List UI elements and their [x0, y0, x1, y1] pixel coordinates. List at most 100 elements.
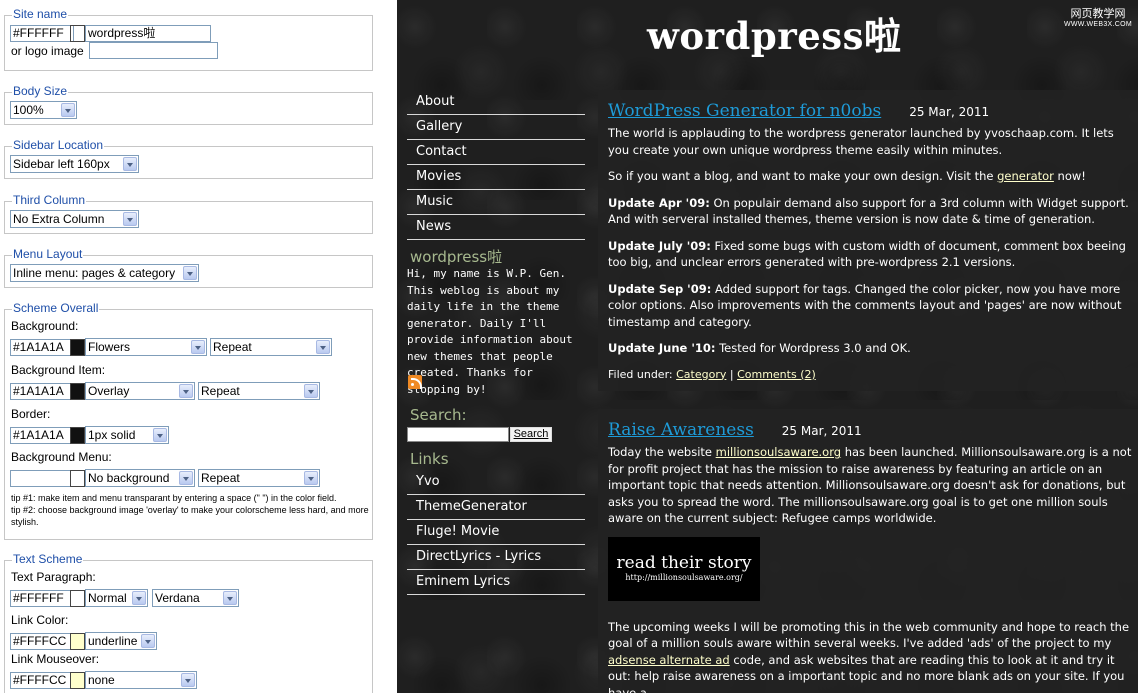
background-menu-color-input[interactable]	[10, 470, 76, 487]
border-color-swatch[interactable]	[70, 427, 85, 444]
link-decoration-select[interactable]: underline	[85, 632, 157, 650]
banner-url: http://millionsoulsaware.org/	[625, 572, 743, 582]
post-title[interactable]: Raise Awareness	[608, 417, 754, 443]
theme-settings-panel: Site name #FFFFFF wordpress啦 or logo ima…	[0, 0, 397, 693]
border-style-value: 1px solid	[88, 428, 136, 442]
search-input[interactable]	[407, 427, 509, 442]
site-name-legend: Site name	[12, 7, 69, 21]
sidebar-location-select[interactable]: Sidebar left 160px	[10, 155, 139, 173]
link-mouseover-label: Link Mouseover:	[11, 652, 100, 666]
text: now!	[1053, 169, 1086, 183]
comments-link[interactable]: Comments (2)	[737, 368, 816, 381]
chevron-down-icon	[132, 591, 146, 605]
blog-title[interactable]: wordpress啦	[647, 6, 901, 60]
border-color-input[interactable]: #1A1A1A	[10, 427, 76, 444]
sidebar-title: wordpress啦	[410, 248, 503, 266]
sidebar-location-value: Sidebar left 160px	[13, 157, 110, 171]
site-name-color-input[interactable]: #FFFFFF	[10, 25, 74, 42]
update-label: Update Sep '09:	[608, 281, 712, 296]
text-scheme-legend: Text Scheme	[12, 552, 84, 566]
category-link[interactable]: Category	[676, 368, 726, 381]
links-title: Links	[410, 450, 449, 468]
background-image-value: Flowers	[88, 340, 131, 354]
post-title[interactable]: WordPress Generator for n0obs	[608, 98, 881, 124]
body-size-select[interactable]: 100%	[10, 101, 77, 119]
post-column: WordPress Generator for n0obs 25 Mar, 201…	[598, 90, 1138, 693]
tip-two: tip #2: choose background image 'overlay…	[11, 505, 369, 527]
scheme-overall-group: Scheme Overall Background: #1A1A1A Flowe…	[4, 301, 373, 540]
chevron-down-icon	[181, 673, 195, 687]
link-color-swatch[interactable]	[70, 633, 85, 650]
text-paragraph-color-input[interactable]: #FFFFFF	[10, 590, 76, 607]
site-name-color-swatch[interactable]	[70, 25, 85, 42]
sidebar-location-legend: Sidebar Location	[12, 138, 105, 152]
background-color-input[interactable]: #1A1A1A	[10, 339, 76, 356]
nav-item-movies[interactable]: Movies	[407, 165, 585, 190]
background-menu-color-swatch[interactable]	[70, 470, 85, 487]
generator-link[interactable]: generator	[997, 169, 1054, 183]
link-item-yvo[interactable]: Yvo	[407, 470, 585, 495]
link-item-themegenerator[interactable]: ThemeGenerator	[407, 495, 585, 520]
body-size-value: 100%	[13, 103, 44, 117]
link-color-input[interactable]: #FFFFCC	[10, 633, 76, 650]
menu-layout-select[interactable]: Inline menu: pages & category	[10, 264, 199, 282]
read-their-story-banner[interactable]: read their story http://millionsoulsawar…	[608, 536, 760, 601]
background-image-select[interactable]: Flowers	[85, 338, 207, 356]
link-decoration-value: underline	[88, 634, 138, 648]
third-column-value: No Extra Column	[13, 212, 105, 226]
third-column-legend: Third Column	[12, 193, 87, 207]
border-label: Border:	[11, 407, 51, 421]
background-menu-image-select[interactable]: No background	[85, 469, 195, 487]
link-mouseover-color-swatch[interactable]	[70, 672, 85, 689]
links-list: Yvo ThemeGenerator Fluge! Movie DirectLy…	[407, 470, 585, 595]
post-date: 25 Mar, 2011	[909, 105, 990, 119]
rss-icon[interactable]	[408, 375, 422, 389]
update-paragraph: Update June '10: Tested for Wordpress 3.…	[608, 340, 1133, 357]
link-item-eminem-lyrics[interactable]: Eminem Lyrics	[407, 570, 585, 595]
link-item-directlyrics[interactable]: DirectLyrics - Lyrics	[407, 545, 585, 570]
background-menu-repeat-select[interactable]: Repeat	[198, 469, 320, 487]
millionsoulsaware-link[interactable]: millionsoulsaware.org	[716, 445, 841, 459]
post-date: 25 Mar, 2011	[781, 424, 862, 438]
text-font-select[interactable]: Verdana	[152, 589, 239, 607]
text-weight-select[interactable]: Normal	[85, 589, 148, 607]
background-color-swatch[interactable]	[70, 339, 85, 356]
link-mouseover-decoration-value: none	[88, 673, 115, 687]
chevron-down-icon	[183, 266, 197, 280]
nav-item-contact[interactable]: Contact	[407, 140, 585, 165]
link-mouseover-color-input[interactable]: #FFFFCC	[10, 672, 76, 689]
chevron-down-icon	[223, 591, 237, 605]
nav-item-about[interactable]: About	[407, 90, 585, 115]
background-item-image-select[interactable]: Overlay	[85, 382, 195, 400]
search-button[interactable]: Search	[510, 427, 552, 442]
adsense-alternate-ad-link[interactable]: adsense alternate ad	[608, 653, 730, 667]
nav-item-news[interactable]: News	[407, 215, 585, 240]
theme-preview: wordpress啦 网页教学网 WWW.WEB3X.COM About Gal…	[397, 0, 1138, 693]
post-paragraph: Today the website millionsoulsaware.org …	[608, 444, 1133, 527]
logo-image-input[interactable]	[89, 42, 218, 59]
background-item-color-swatch[interactable]	[70, 383, 85, 400]
border-style-select[interactable]: 1px solid	[85, 426, 169, 444]
link-mouseover-decoration-select[interactable]: none	[85, 671, 197, 689]
nav-item-music[interactable]: Music	[407, 190, 585, 215]
meta-separator: |	[726, 367, 738, 381]
background-item-color-input[interactable]: #1A1A1A	[10, 383, 76, 400]
background-repeat-select[interactable]: Repeat	[210, 338, 332, 356]
chevron-down-icon	[304, 471, 318, 485]
background-item-repeat-select[interactable]: Repeat	[198, 382, 320, 400]
update-paragraph: Update July '09: Fixed some bugs with cu…	[608, 238, 1133, 271]
nav-item-gallery[interactable]: Gallery	[407, 115, 585, 140]
text-paragraph-label: Text Paragraph:	[11, 570, 96, 584]
site-name-input[interactable]: wordpress啦	[85, 25, 211, 42]
background-item-repeat-value: Repeat	[201, 384, 240, 398]
background-item-image-value: Overlay	[88, 384, 130, 398]
sidebar-location-group: Sidebar Location Sidebar left 160px	[4, 138, 373, 179]
link-item-fluge-movie[interactable]: Fluge! Movie	[407, 520, 585, 545]
body-size-legend: Body Size	[12, 84, 69, 98]
text-paragraph-color-swatch[interactable]	[70, 590, 85, 607]
background-menu-image-value: No background	[88, 471, 170, 485]
chevron-down-icon	[304, 384, 318, 398]
third-column-select[interactable]: No Extra Column	[10, 210, 139, 228]
chevron-down-icon	[191, 340, 205, 354]
chevron-down-icon	[141, 634, 155, 648]
